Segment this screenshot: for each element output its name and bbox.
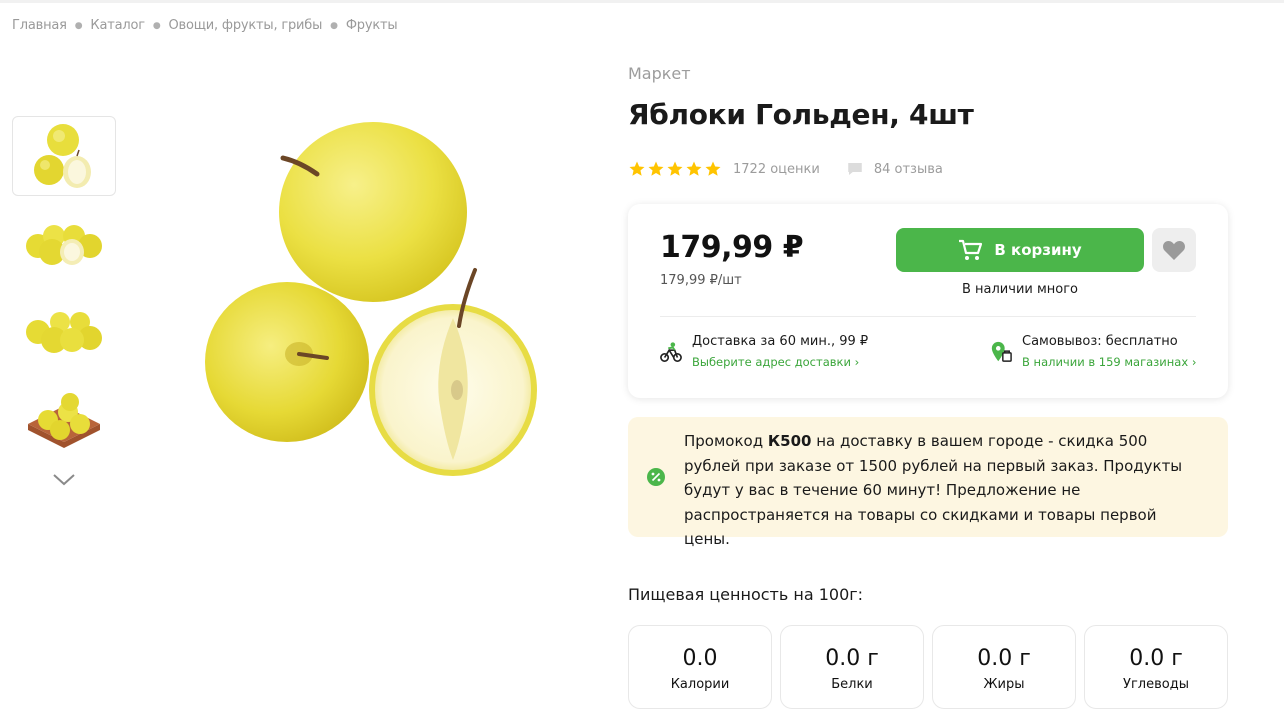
top-divider — [0, 0, 1284, 3]
apples-thumbnail-1 — [34, 124, 91, 188]
reviews-count: 84 отзыва — [873, 161, 943, 177]
favorite-button[interactable] — [1152, 228, 1196, 272]
breadcrumb-separator: ● — [152, 20, 161, 31]
breadcrumb-catalog[interactable]: Каталог — [90, 18, 145, 33]
nutrition-value: 0.0 г — [977, 646, 1031, 671]
unit-price: 179,99 ₽/шт — [660, 273, 742, 288]
nutrition-label: Калории — [670, 677, 730, 692]
add-to-cart-label: В корзину — [994, 241, 1082, 259]
golden-apples-image — [205, 122, 537, 476]
nutrition-value: 0.0 — [682, 646, 718, 671]
nutrition-title: Пищевая ценность на 100г: — [628, 585, 864, 604]
rating-row: 1722 оценки 84 отзыва — [628, 160, 943, 178]
buy-card: 179,99 ₽ 179,99 ₽/шт В корзину В наличии… — [628, 204, 1228, 398]
breadcrumb-separator: ● — [74, 20, 83, 31]
nutrition-value: 0.0 г — [825, 646, 879, 671]
thumbnail-1[interactable] — [12, 116, 116, 196]
breadcrumb-separator: ● — [330, 20, 338, 31]
apples-thumbnail-2 — [26, 225, 102, 265]
thumbnail-2[interactable] — [12, 204, 116, 284]
delivery-address-link[interactable]: Выберите адрес доставки › — [692, 355, 868, 369]
nutrition-label: Белки — [831, 677, 873, 692]
nutrition-calories: 0.0 Калории — [628, 625, 772, 709]
star-icon — [667, 161, 683, 176]
product-main-image[interactable] — [195, 110, 555, 480]
courier-bike-icon — [660, 342, 682, 362]
pickup-pin-icon — [991, 341, 1012, 362]
divider — [660, 316, 1196, 317]
breadcrumb-home[interactable]: Главная — [12, 18, 67, 33]
nutrition-fat: 0.0 г Жиры — [932, 625, 1076, 709]
breadcrumb-vegetables[interactable]: Овощи, фрукты, грибы — [169, 18, 323, 33]
breadcrumb: Главная ● Каталог ● Овощи, фрукты, грибы… — [12, 18, 398, 33]
apples-thumbnail-4 — [28, 393, 100, 448]
nutrition-label: Жиры — [983, 677, 1025, 692]
chevron-right-icon: › — [854, 355, 860, 369]
delivery-option: Доставка за 60 мин., 99 ₽ Выберите адрес… — [660, 334, 868, 369]
ratings-count[interactable]: 1722 оценки — [733, 162, 820, 177]
chevron-right-icon: › — [1191, 355, 1197, 369]
rating-stars[interactable] — [628, 160, 723, 178]
star-icon — [629, 161, 645, 176]
promo-text: Промокод К500 на доставку в вашем городе… — [684, 429, 1204, 552]
star-icon — [705, 161, 721, 176]
chevron-down-icon — [53, 474, 75, 486]
thumbnail-3[interactable] — [12, 292, 116, 372]
heart-icon — [1163, 241, 1185, 260]
star-icon — [686, 161, 702, 176]
add-to-cart-button[interactable]: В корзину — [896, 228, 1144, 272]
seller-name[interactable]: Маркет — [628, 64, 691, 83]
discount-icon — [647, 468, 665, 486]
nutrition-protein: 0.0 г Белки — [780, 625, 924, 709]
nutrition-cards: 0.0 Калории 0.0 г Белки 0.0 г Жиры 0.0 г… — [628, 625, 1236, 709]
star-icon — [648, 161, 664, 176]
price: 179,99 ₽ — [660, 230, 804, 265]
promo-prefix: Промокод — [684, 432, 764, 450]
pickup-stores-link-label: В наличии в 159 магазинах — [1022, 355, 1189, 369]
stock-status: В наличии много — [961, 282, 1079, 297]
delivery-address-link-label: Выберите адрес доставки — [692, 355, 851, 369]
breadcrumb-fruits[interactable]: Фрукты — [346, 18, 398, 33]
pickup-option: Самовывоз: бесплатно В наличии в 159 маг… — [990, 334, 1196, 369]
apples-thumbnail-3 — [26, 312, 102, 353]
thumbnails-scroll-down-button[interactable] — [52, 470, 76, 490]
reviews-link[interactable]: 84 отзыва — [846, 160, 943, 178]
product-title: Яблоки Гольден, 4шт — [628, 98, 974, 131]
promo-code: К500 — [767, 432, 812, 450]
comment-icon — [848, 163, 862, 175]
thumbnail-list — [12, 116, 116, 468]
nutrition-carbs: 0.0 г Углеводы — [1084, 625, 1228, 709]
nutrition-label: Углеводы — [1123, 677, 1189, 692]
promo-banner: Промокод К500 на доставку в вашем городе… — [628, 417, 1228, 548]
delivery-title: Доставка за 60 мин., 99 ₽ — [692, 334, 869, 349]
thumbnail-4[interactable] — [12, 380, 116, 460]
pickup-stores-link[interactable]: В наличии в 159 магазинах › — [1022, 355, 1196, 369]
pickup-title: Самовывоз: бесплатно — [1022, 334, 1178, 349]
nutrition-value: 0.0 г — [1129, 646, 1183, 671]
cart-icon — [959, 239, 983, 260]
